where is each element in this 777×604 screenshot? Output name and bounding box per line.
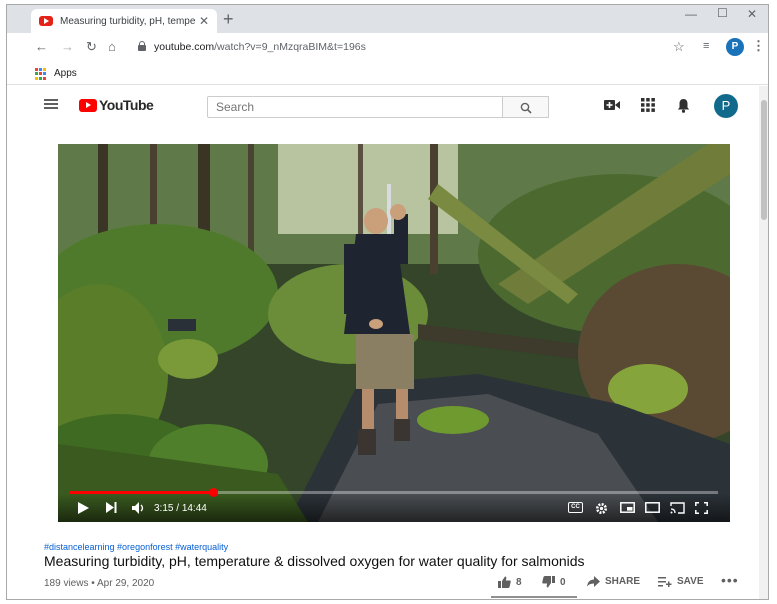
youtube-page: YouTube Search P 3:15 / 14:44 CC #distan… <box>7 86 759 599</box>
search-button[interactable] <box>503 96 549 118</box>
close-window-icon[interactable]: ✕ <box>747 7 757 21</box>
apps-grid-icon[interactable] <box>641 98 655 112</box>
apps-bookmark[interactable]: Apps <box>54 68 77 79</box>
miniplayer-icon[interactable] <box>620 502 635 513</box>
apps-icon[interactable] <box>35 68 47 80</box>
url-path: /watch?v=9_nMzqraBIM&t=196s <box>214 41 366 53</box>
video-player[interactable]: 3:15 / 14:44 CC <box>58 144 730 522</box>
youtube-favicon-icon <box>39 16 53 26</box>
time-current: 3:15 <box>154 503 174 514</box>
forward-icon[interactable]: → <box>61 39 74 55</box>
save-label: SAVE <box>677 576 704 587</box>
search-icon <box>520 102 532 114</box>
like-ratio-bar <box>491 596 577 598</box>
new-tab-button[interactable]: + <box>223 10 234 28</box>
dislike-button[interactable]: 0 <box>542 576 566 588</box>
video-hashtags[interactable]: #distancelearning #oregonforest #waterqu… <box>44 542 228 552</box>
share-label: SHARE <box>605 576 641 587</box>
fullscreen-icon[interactable] <box>695 502 708 514</box>
play-icon[interactable] <box>78 502 89 514</box>
menu-icon[interactable]: ⋮ <box>752 38 765 54</box>
thumbs-up-icon <box>498 576 511 588</box>
cast-icon[interactable] <box>670 502 685 514</box>
thumbs-down-icon <box>542 576 555 588</box>
forest-stream-video-frame <box>58 144 730 522</box>
reload-icon[interactable]: ↻ <box>86 39 97 55</box>
browser-profile-avatar[interactable]: P <box>726 38 744 56</box>
maximize-icon[interactable]: ☐ <box>717 6 728 20</box>
tab-title: Measuring turbidity, pH, tempe <box>60 15 196 27</box>
youtube-logo[interactable]: YouTube <box>79 97 154 113</box>
share-button[interactable]: SHARE <box>587 576 640 587</box>
save-button[interactable]: SAVE <box>658 576 704 587</box>
theater-mode-icon[interactable] <box>645 502 660 513</box>
volume-icon[interactable] <box>132 502 146 514</box>
playlist-add-icon <box>658 577 672 587</box>
more-actions-icon[interactable]: ••• <box>721 572 739 588</box>
url-host: youtube.com <box>154 41 215 53</box>
tab-close-icon[interactable]: ✕ <box>197 14 211 28</box>
address-toolbar: ← → ↻ ⌂ youtube.com/watch?v=9_nMzqraBIM&… <box>7 33 768 63</box>
time-separator: / <box>173 503 182 514</box>
notifications-bell-icon[interactable] <box>677 98 690 113</box>
youtube-header: YouTube Search P <box>7 86 759 124</box>
settings-gear-icon[interactable] <box>595 502 608 515</box>
home-icon[interactable]: ⌂ <box>108 39 116 55</box>
lock-icon[interactable] <box>138 41 146 51</box>
browser-tab[interactable]: Measuring turbidity, pH, tempe ✕ <box>31 9 217 33</box>
address-bar[interactable]: youtube.com/watch?v=9_nMzqraBIM&t=196s <box>154 41 366 53</box>
account-avatar[interactable]: P <box>714 94 738 118</box>
view-count-date: 189 views • Apr 29, 2020 <box>44 578 155 589</box>
create-video-icon[interactable] <box>604 98 620 112</box>
time-display: 3:15 / 14:44 <box>154 503 207 514</box>
player-controls: 3:15 / 14:44 CC <box>58 494 730 522</box>
queue-icon[interactable]: ≡ <box>703 40 709 52</box>
subtitles-cc-icon[interactable]: CC <box>568 502 583 513</box>
scrollbar-thumb[interactable] <box>761 100 767 220</box>
time-total: 14:44 <box>181 503 207 514</box>
like-button[interactable]: 8 <box>498 576 522 588</box>
browser-window: Measuring turbidity, pH, tempe ✕ + — ☐ ✕… <box>6 4 769 600</box>
star-icon[interactable]: ☆ <box>673 39 685 55</box>
video-title: Measuring turbidity, pH, temperature & d… <box>44 553 585 569</box>
tab-strip: Measuring turbidity, pH, tempe ✕ + — ☐ ✕ <box>7 5 768 33</box>
hamburger-menu-icon[interactable] <box>44 99 58 109</box>
minimize-icon[interactable]: — <box>685 7 697 21</box>
search-input[interactable] <box>207 96 503 118</box>
like-count: 8 <box>516 576 522 588</box>
dislike-count: 0 <box>560 576 566 588</box>
youtube-logo-text: YouTube <box>99 97 154 113</box>
bookmarks-bar: Apps <box>7 63 768 85</box>
share-arrow-icon <box>587 576 600 587</box>
next-icon[interactable] <box>106 502 117 513</box>
page-scrollbar[interactable] <box>759 86 768 599</box>
youtube-play-logo-icon <box>79 98 97 112</box>
back-icon[interactable]: ← <box>35 39 48 55</box>
